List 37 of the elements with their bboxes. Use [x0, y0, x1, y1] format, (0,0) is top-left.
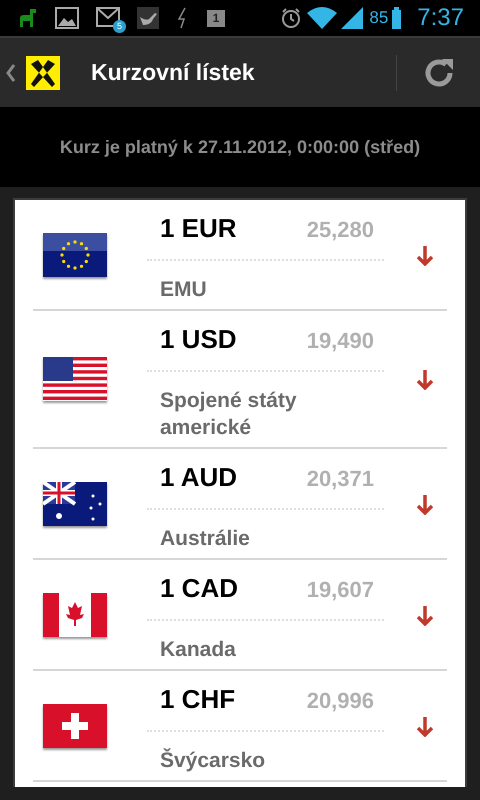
- battery-icon: [392, 7, 402, 29]
- arrow-down-icon: [416, 244, 434, 266]
- count-badge: 5: [113, 20, 126, 33]
- exchange-rate: 19,490: [306, 327, 374, 355]
- country-name: Švýcarsko: [159, 747, 266, 774]
- flag-icon: [43, 704, 107, 748]
- exchange-rate: 19,607: [306, 576, 374, 604]
- battery-level: 85: [369, 7, 388, 30]
- currency-code: 1 AUD: [160, 461, 238, 493]
- exchange-rate: 25,280: [306, 216, 374, 244]
- flag-icon: [43, 482, 107, 526]
- country-name: EMU: [159, 277, 208, 303]
- arrow-down-icon: [416, 492, 434, 514]
- calendar-icon: 1: [207, 10, 225, 26]
- exchange-rate: 20,371: [306, 465, 374, 493]
- currency-code: 1 EUR: [160, 212, 237, 244]
- currency-code: 1 CHF: [160, 683, 236, 715]
- chevron-left-icon: [6, 62, 16, 82]
- logo-icon: [26, 56, 60, 90]
- arrow-down-icon: [416, 604, 434, 626]
- screen-title: Kurzovní lístek: [91, 58, 255, 88]
- country-name: Austrálie: [159, 526, 251, 552]
- arrow-down-icon: [416, 368, 434, 390]
- currency-code: 1 USD: [160, 323, 237, 355]
- country-name: Spojené státy americké: [159, 388, 298, 441]
- signal-icon: [341, 7, 364, 29]
- country-name: Kanada: [159, 637, 237, 663]
- validity-date: Kurz je platný k 27.11.2012, 0:00:00 (střed): [60, 136, 420, 159]
- flag-icon: [43, 592, 107, 636]
- wifi-icon: [307, 7, 338, 29]
- exchange-rate: 20,996: [306, 687, 374, 715]
- image-icon: [55, 7, 79, 29]
- currency-code: 1 CAD: [160, 572, 238, 604]
- flag-icon: [43, 357, 107, 401]
- flag-icon: [43, 232, 107, 276]
- arrow-down-icon: [416, 714, 434, 736]
- clock: 7:37: [417, 3, 464, 33]
